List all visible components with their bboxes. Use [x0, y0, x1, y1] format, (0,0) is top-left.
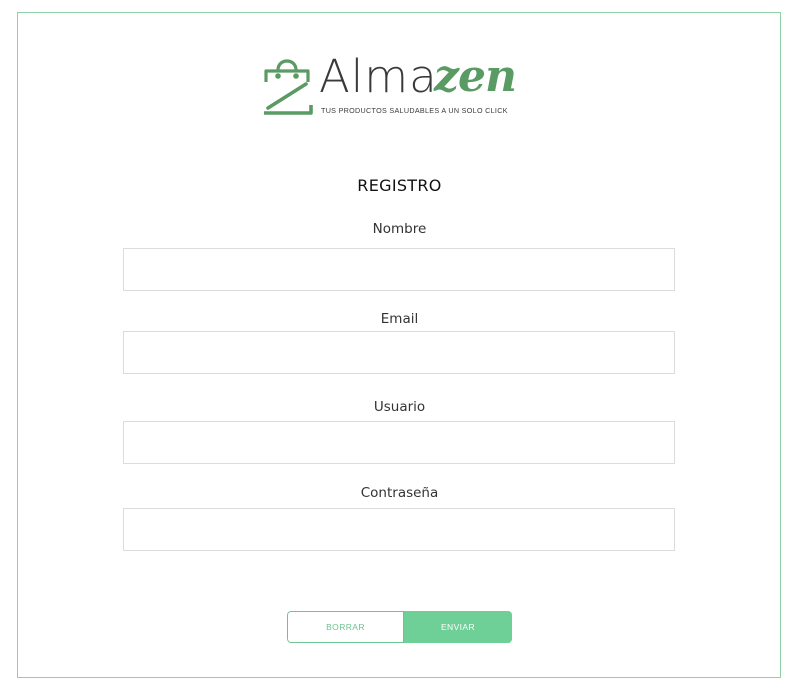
shopping-bag-icon	[264, 59, 313, 115]
form-title: REGISTRO	[357, 176, 442, 195]
form-actions: BORRAR ENVIAR	[287, 611, 512, 643]
email-input[interactable]	[123, 331, 675, 374]
usuario-input[interactable]	[123, 421, 675, 464]
brand-logo: Alma zen TUS PRODUCTOS SALUDABLES A UN S…	[262, 51, 542, 118]
nombre-input[interactable]	[123, 248, 675, 291]
brand-name-zen: zen	[434, 51, 517, 102]
label-usuario: Usuario	[373, 399, 426, 415]
brand-name-alma: Alma	[319, 50, 438, 103]
label-email: Email	[380, 311, 419, 327]
label-contrasena: Contraseña	[360, 485, 439, 501]
submit-button[interactable]: ENVIAR	[404, 611, 512, 643]
brand-tagline: TUS PRODUCTOS SALUDABLES A UN SOLO CLICK	[321, 106, 508, 115]
contrasena-input[interactable]	[123, 508, 675, 551]
clear-button[interactable]: BORRAR	[287, 611, 404, 643]
label-nombre: Nombre	[372, 221, 427, 237]
